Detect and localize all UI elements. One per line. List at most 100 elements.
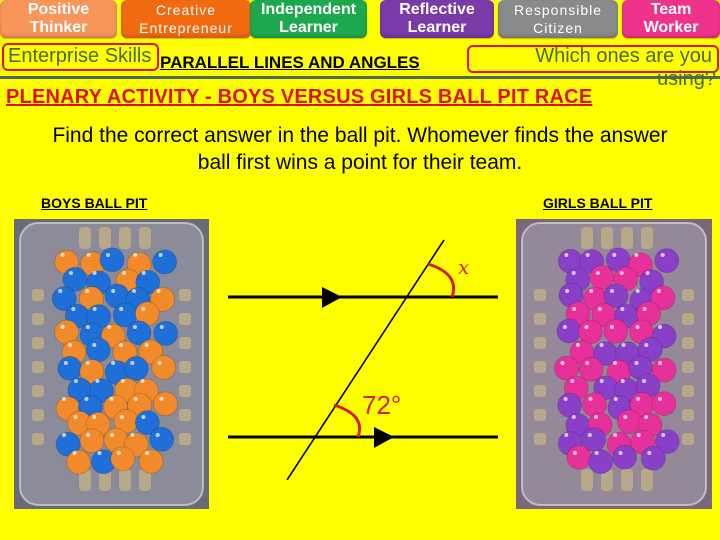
- ball-highlight: [118, 343, 123, 347]
- ball-highlight: [619, 271, 624, 275]
- ball: [123, 355, 149, 381]
- ball-highlight: [120, 379, 125, 383]
- ball-highlight: [589, 289, 594, 293]
- enterprise-skills-label: Enterprise Skills: [8, 45, 152, 67]
- ball-highlight: [132, 325, 137, 329]
- ball-highlight: [133, 397, 138, 401]
- ball-highlight: [158, 253, 163, 257]
- ball-highlight: [119, 415, 124, 419]
- ball-highlight: [156, 289, 161, 293]
- lesson-title: PARALLEL LINES AND ANGLES: [160, 53, 420, 72]
- ball-highlight: [560, 361, 565, 365]
- ball-highlight: [62, 433, 67, 437]
- ball-pit-basket: [521, 222, 707, 506]
- ball-highlight: [645, 271, 650, 275]
- ball-highlight: [60, 325, 65, 329]
- basket-slot: [534, 289, 546, 301]
- ball-highlight: [159, 397, 164, 401]
- ball-highlight: [130, 361, 135, 365]
- skill-badge-responsible-citizen: Responsible Citizen: [498, 0, 618, 38]
- ball-highlight: [564, 253, 569, 257]
- which-ones-prompt-continued: using?: [657, 68, 716, 90]
- ball-highlight: [72, 451, 77, 455]
- ball-highlight: [587, 433, 592, 437]
- boys-ball-pit-image: [14, 219, 209, 509]
- ball-highlight: [85, 361, 90, 365]
- basket-slot: [179, 433, 191, 445]
- ball-highlight: [63, 361, 68, 365]
- basket-slot: [179, 289, 191, 301]
- basket-slot: [32, 433, 44, 445]
- ball-highlight: [107, 325, 112, 329]
- ball-highlight: [642, 307, 647, 311]
- ball: [603, 318, 629, 344]
- basket-slot: [682, 289, 694, 301]
- ball-highlight: [585, 361, 590, 365]
- ball-highlight: [68, 343, 73, 347]
- ball-highlight: [634, 361, 639, 365]
- ball-highlight: [595, 271, 600, 275]
- basket-slot: [32, 313, 44, 325]
- ball: [79, 428, 105, 454]
- basket-slot: [534, 385, 546, 397]
- ball-highlight: [656, 289, 661, 293]
- ball-highlight: [621, 343, 626, 347]
- angle-arc-72: [333, 403, 361, 438]
- ball-highlight: [140, 379, 145, 383]
- ball-highlight: [620, 307, 625, 311]
- ball-highlight: [657, 397, 662, 401]
- ball-highlight: [660, 253, 665, 257]
- ball-highlight: [585, 253, 590, 257]
- basket-slot: [682, 385, 694, 397]
- ball-highlight: [132, 289, 137, 293]
- ball: [153, 391, 179, 417]
- basket-slot: [32, 361, 44, 373]
- angle-label-x: x: [458, 255, 469, 279]
- basket-slot: [119, 227, 131, 249]
- basket-slot: [534, 433, 546, 445]
- ball-highlight: [155, 433, 160, 437]
- ball-highlight: [634, 253, 639, 257]
- ball-highlight: [575, 343, 580, 347]
- basket-slot: [581, 469, 593, 491]
- header-divider: [0, 76, 720, 79]
- ball-highlight: [594, 451, 599, 455]
- ball-highlight: [562, 325, 567, 329]
- skill-badge-positive-thinker: Positive Thinker: [0, 0, 117, 38]
- ball: [85, 337, 111, 363]
- ball-highlight: [599, 379, 604, 383]
- ball-highlight: [597, 307, 602, 311]
- ball-highlight: [644, 343, 649, 347]
- transversal-line: [286, 239, 445, 480]
- ball-highlight: [116, 451, 121, 455]
- ball-highlight: [612, 361, 617, 365]
- ball: [66, 449, 92, 475]
- ball-highlight: [73, 379, 78, 383]
- ball-highlight: [58, 289, 63, 293]
- ball-highlight: [635, 325, 640, 329]
- ball-highlight: [68, 271, 73, 275]
- skill-label: Positive Thinker: [27, 1, 90, 36]
- ball-highlight: [141, 271, 146, 275]
- ball: [612, 444, 638, 470]
- ball-highlight: [145, 451, 150, 455]
- parallel-arrow-bottom-icon: [374, 427, 394, 448]
- basket-slot: [581, 227, 593, 249]
- basket-slot: [119, 469, 131, 491]
- basket-slot: [179, 337, 191, 349]
- basket-slot: [682, 313, 694, 325]
- ball-highlight: [584, 325, 589, 329]
- basket-slot: [534, 409, 546, 421]
- ball-highlight: [106, 253, 111, 257]
- ball-highlight: [610, 289, 615, 293]
- basket-slot: [641, 227, 653, 249]
- ball-highlight: [133, 253, 138, 257]
- ball-highlight: [613, 433, 618, 437]
- ball: [654, 248, 680, 274]
- basket-slot: [32, 385, 44, 397]
- ball-highlight: [618, 451, 623, 455]
- angle-label-72: 72°: [362, 390, 401, 420]
- basket-slot: [534, 337, 546, 349]
- ball: [566, 444, 592, 470]
- boys-ball-pit-label: BOYS BALL PIT: [41, 195, 148, 211]
